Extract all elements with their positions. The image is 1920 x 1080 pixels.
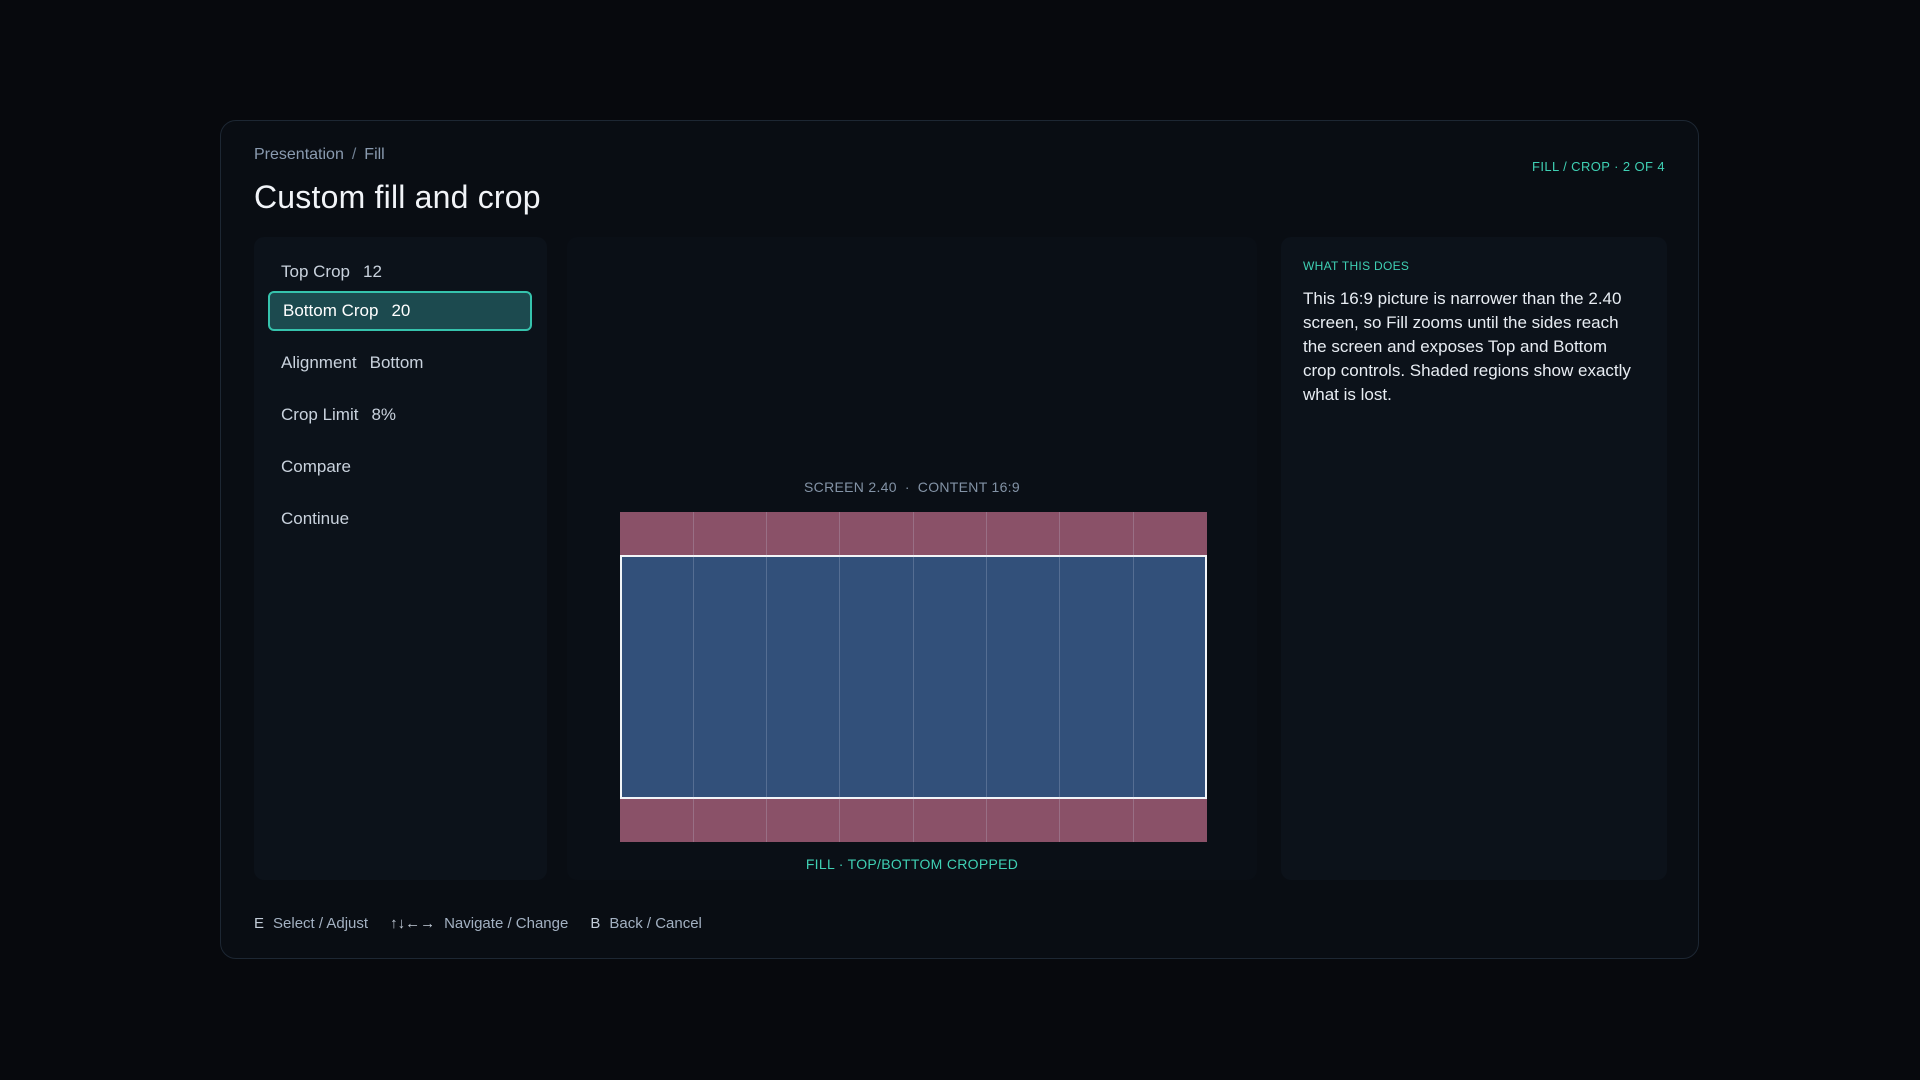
grid-line (766, 512, 767, 842)
settings-menu: Top Crop 12 Bottom Crop 20 Alignment Bottom… (254, 237, 547, 880)
menu-item-top-crop[interactable]: Top Crop 12 (268, 252, 532, 292)
info-description: This 16:9 picture is narrower than the 2… (1303, 289, 1631, 404)
menu-item-alignment[interactable]: Alignment Bottom (268, 343, 532, 383)
info-panel: WHAT THIS DOES This 16:9 picture is narr… (1281, 237, 1667, 880)
hint-key: B (590, 915, 601, 932)
menu-item-compare[interactable]: Compare (268, 447, 532, 487)
menu-item-label: Continue (281, 509, 350, 528)
hint-select: E Select / Adjust (254, 915, 368, 932)
screen-frame (620, 512, 1207, 842)
breadcrumb-parent[interactable]: Presentation (254, 146, 344, 163)
page-title: Custom fill and crop (254, 179, 541, 215)
grid-line (1133, 512, 1134, 842)
grid-line (839, 512, 840, 842)
menu-item-label: Bottom Crop (283, 301, 379, 320)
hint-label: Navigate / Change (444, 915, 569, 932)
menu-item-continue[interactable]: Continue (268, 499, 532, 539)
info-heading: WHAT THIS DOES (1303, 259, 1410, 273)
menu-item-bottom-crop[interactable]: Bottom Crop 20 (268, 291, 532, 331)
menu-item-label: Crop Limit (281, 405, 359, 424)
menu-item-crop-limit[interactable]: Crop Limit 8% (268, 395, 532, 435)
fill-crop-dialog: Presentation / Fill Custom fill and crop F… (220, 120, 1699, 959)
menu-item-label: Alignment (281, 353, 357, 372)
hint-navigate: ↑↓←→ Navigate / Change (390, 915, 568, 932)
grid-line (693, 512, 694, 842)
breadcrumb-current: Fill (364, 146, 385, 163)
menu-item-value: 8% (371, 405, 397, 424)
crop-preview-panel: SCREEN 2.40 · CONTENT 16:9 FILL · TOP/BOTT… (567, 237, 1257, 880)
menu-item-label: Compare (281, 457, 351, 476)
hint-label: Back / Cancel (609, 915, 702, 932)
breadcrumb-separator: / (351, 146, 357, 163)
grid-line (986, 512, 987, 842)
step-indicator: FILL / CROP · 2 OF 4 (1532, 159, 1665, 174)
menu-item-value: 20 (391, 301, 411, 320)
menu-item-value: Bottom (369, 353, 424, 372)
screen-ratio-label: SCREEN 2.40 (804, 479, 897, 495)
grid-line (913, 512, 914, 842)
hint-label: Select / Adjust (273, 915, 369, 932)
grid-line (1059, 512, 1060, 842)
menu-item-label: Top Crop (281, 262, 350, 281)
hint-key: E (254, 915, 265, 932)
caption-separator: · (904, 479, 910, 495)
hint-back: B Back / Cancel (590, 915, 702, 932)
fill-mode-label: FILL · TOP/BOTTOM CROPPED (805, 856, 1019, 872)
content-ratio-label: CONTENT 16:9 (917, 479, 1020, 495)
menu-item-value: 12 (362, 262, 382, 281)
hint-key: ↑↓←→ (390, 915, 436, 932)
control-hints: E Select / Adjust ↑↓←→ Navigate / Change B… (254, 915, 702, 932)
breadcrumb: Presentation / Fill (254, 146, 385, 164)
preview-caption: SCREEN 2.40 · CONTENT 16:9 (567, 479, 1257, 495)
